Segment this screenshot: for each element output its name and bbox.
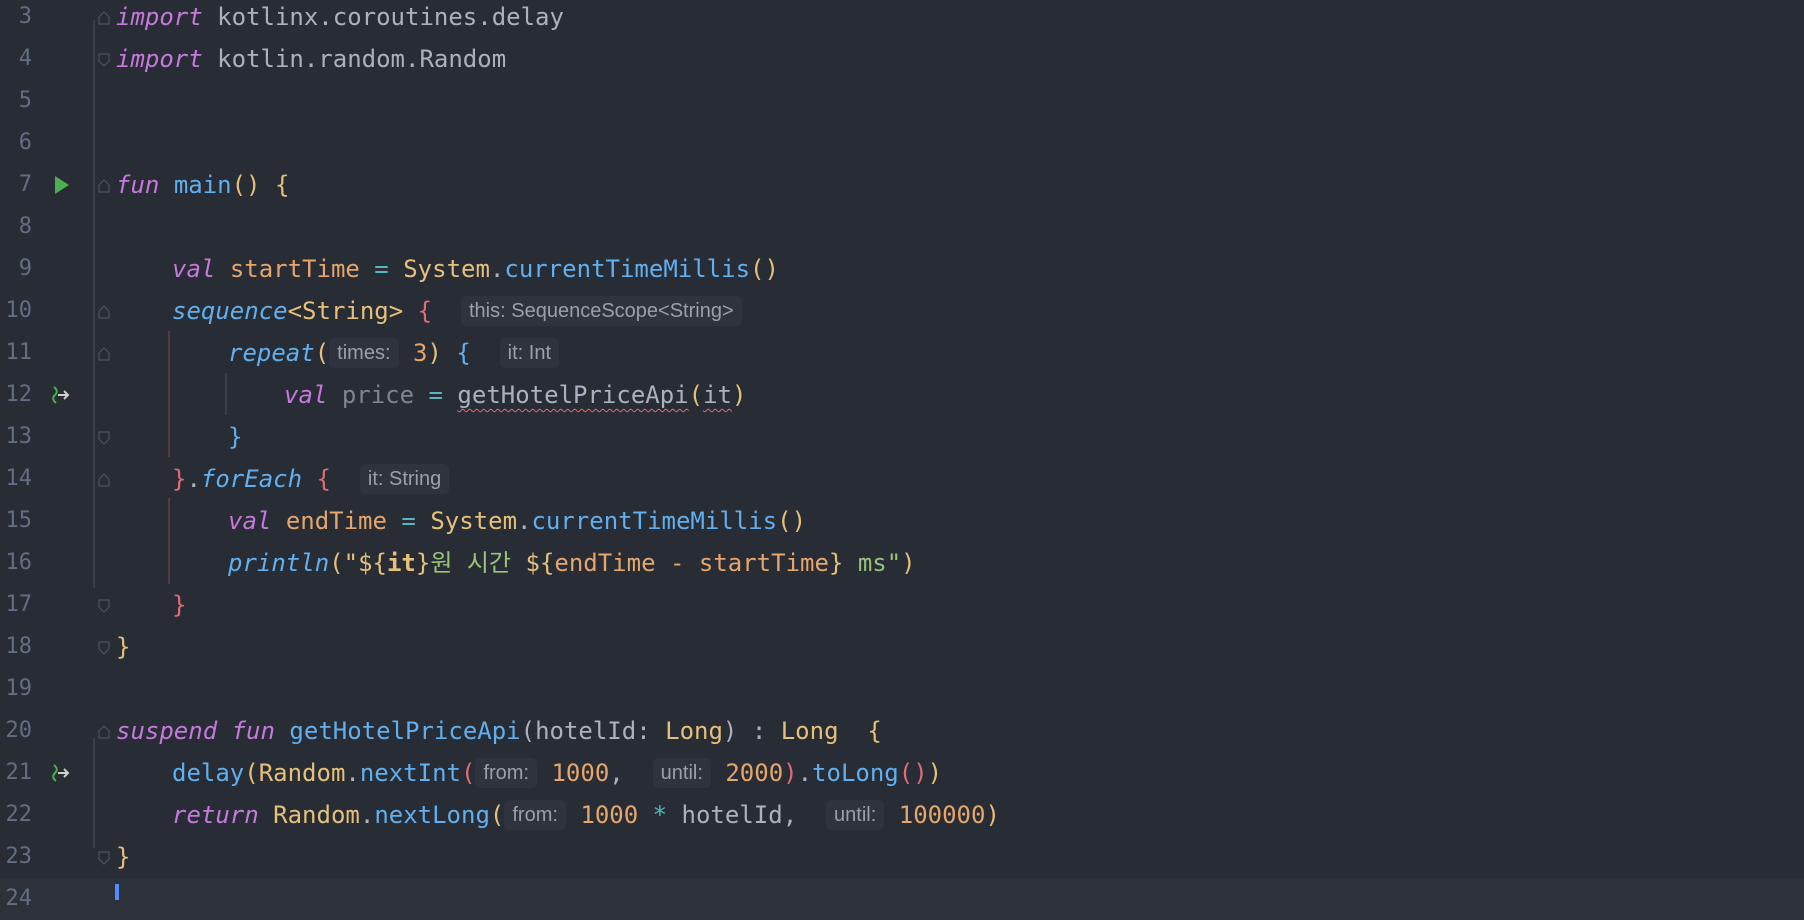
code-line[interactable]: 21 delay(Random.nextInt(from: 1000, unti…	[0, 752, 1804, 794]
code-line[interactable]: 20 suspend fun getHotelPriceApi(hotelId:…	[0, 710, 1804, 752]
code-line[interactable]: 15 val endTime = System.currentTimeMilli…	[0, 500, 1804, 542]
line-number: 23	[5, 844, 33, 869]
line-number: 14	[5, 466, 33, 491]
line-number: 22	[5, 802, 33, 827]
inlay-hint: it: Int	[499, 338, 560, 368]
text-caret	[115, 884, 119, 900]
line-number: 8	[18, 214, 32, 239]
code-text: }	[228, 423, 243, 451]
fold-marker-icon[interactable]	[98, 11, 110, 25]
inlay-hint: it: String	[359, 464, 450, 494]
line-number: 9	[18, 256, 32, 281]
suspend-call-icon[interactable]	[50, 383, 74, 407]
fold-marker-icon[interactable]	[98, 179, 110, 193]
line-number: 10	[5, 298, 33, 323]
line-number: 12	[5, 382, 33, 407]
line-number: 6	[18, 130, 32, 155]
line-number: 5	[18, 88, 32, 113]
code-line[interactable]: 7 fun main() {	[0, 164, 1804, 206]
code-line[interactable]: 11 repeat(times: 3) { it: Int	[0, 332, 1804, 374]
run-icon[interactable]	[50, 173, 74, 197]
parameter-hint: from:	[475, 758, 538, 788]
parameter-hint: until:	[652, 758, 711, 788]
code-text: }	[116, 633, 131, 661]
fold-marker-icon[interactable]	[98, 473, 110, 487]
code-line[interactable]: 6	[0, 122, 1804, 164]
code-line[interactable]: 19	[0, 668, 1804, 710]
code-line[interactable]: 12 val price = getHotelPriceApi(it)	[0, 374, 1804, 416]
code-line[interactable]: 9 val startTime = System.currentTimeMill…	[0, 248, 1804, 290]
code-line[interactable]: 8	[0, 206, 1804, 248]
code-text: }.forEach { it: String	[172, 458, 450, 500]
code-text: val endTime = System.currentTimeMillis()	[228, 507, 807, 535]
line-number: 21	[5, 760, 33, 785]
line-number: 11	[5, 340, 33, 365]
code-line[interactable]: 10 sequence<String> { this: SequenceScop…	[0, 290, 1804, 332]
code-line[interactable]: 18 }	[0, 626, 1804, 668]
line-number: 16	[5, 550, 33, 575]
code-line[interactable]: 13 }	[0, 416, 1804, 458]
inlay-hint: this: SequenceScope<String>	[461, 296, 742, 326]
line-number: 17	[5, 592, 33, 617]
code-text: val startTime = System.currentTimeMillis…	[172, 255, 779, 283]
code-text: fun main() {	[116, 171, 290, 199]
fold-marker-icon[interactable]	[98, 305, 110, 319]
line-number: 13	[5, 424, 33, 449]
code-line[interactable]: 14 }.forEach { it: String	[0, 458, 1804, 500]
code-line[interactable]: 22 return Random.nextLong(from: 1000 * h…	[0, 794, 1804, 836]
code-text: import kotlin.random.Random	[116, 45, 507, 73]
line-number: 4	[18, 46, 32, 71]
code-text: delay(Random.nextInt(from: 1000, until: …	[172, 758, 943, 788]
code-text: suspend fun getHotelPriceApi(hotelId: Lo…	[116, 717, 882, 745]
code-text: }	[116, 843, 131, 871]
code-line-current[interactable]: 24	[0, 878, 1804, 920]
fold-end-icon[interactable]	[98, 431, 110, 445]
code-text: return Random.nextLong(from: 1000 * hote…	[172, 800, 1000, 830]
fold-end-icon[interactable]	[98, 851, 110, 865]
code-line[interactable]: 23 }	[0, 836, 1804, 878]
line-number: 20	[5, 718, 33, 743]
parameter-hint: until:	[826, 800, 885, 830]
line-number: 7	[18, 172, 32, 197]
code-line[interactable]: 17 }	[0, 584, 1804, 626]
fold-end-icon[interactable]	[98, 599, 110, 613]
fold-end-icon[interactable]	[98, 53, 110, 67]
line-number: 15	[5, 508, 33, 533]
fold-end-icon[interactable]	[98, 641, 110, 655]
code-line[interactable]: 3 import kotlinx.coroutines.delay	[0, 0, 1804, 38]
fold-marker-icon[interactable]	[98, 347, 110, 361]
fold-marker-icon[interactable]	[98, 725, 110, 739]
code-line[interactable]: 5	[0, 80, 1804, 122]
line-number: 19	[5, 676, 33, 701]
code-text: import kotlinx.coroutines.delay	[116, 3, 564, 31]
code-line[interactable]: 4 import kotlin.random.Random	[0, 38, 1804, 80]
parameter-hint: from:	[504, 800, 566, 830]
code-text: sequence<String> { this: SequenceScope<S…	[172, 290, 742, 332]
code-text: println("${it}원 시간 ${endTime - startTime…	[228, 549, 916, 577]
code-text: repeat(times: 3) { it: Int	[228, 332, 560, 374]
line-number: 3	[18, 4, 32, 29]
line-number: 18	[5, 634, 33, 659]
code-text: val price = getHotelPriceApi(it)	[284, 381, 747, 409]
code-line[interactable]: 16 println("${it}원 시간 ${endTime - startT…	[0, 542, 1804, 584]
parameter-hint: times:	[329, 338, 399, 368]
suspend-call-icon[interactable]	[50, 761, 74, 785]
code-editor[interactable]: 3 import kotlinx.coroutines.delay 4 impo…	[0, 0, 1804, 920]
line-number: 24	[5, 886, 33, 911]
code-text: }	[172, 591, 187, 619]
